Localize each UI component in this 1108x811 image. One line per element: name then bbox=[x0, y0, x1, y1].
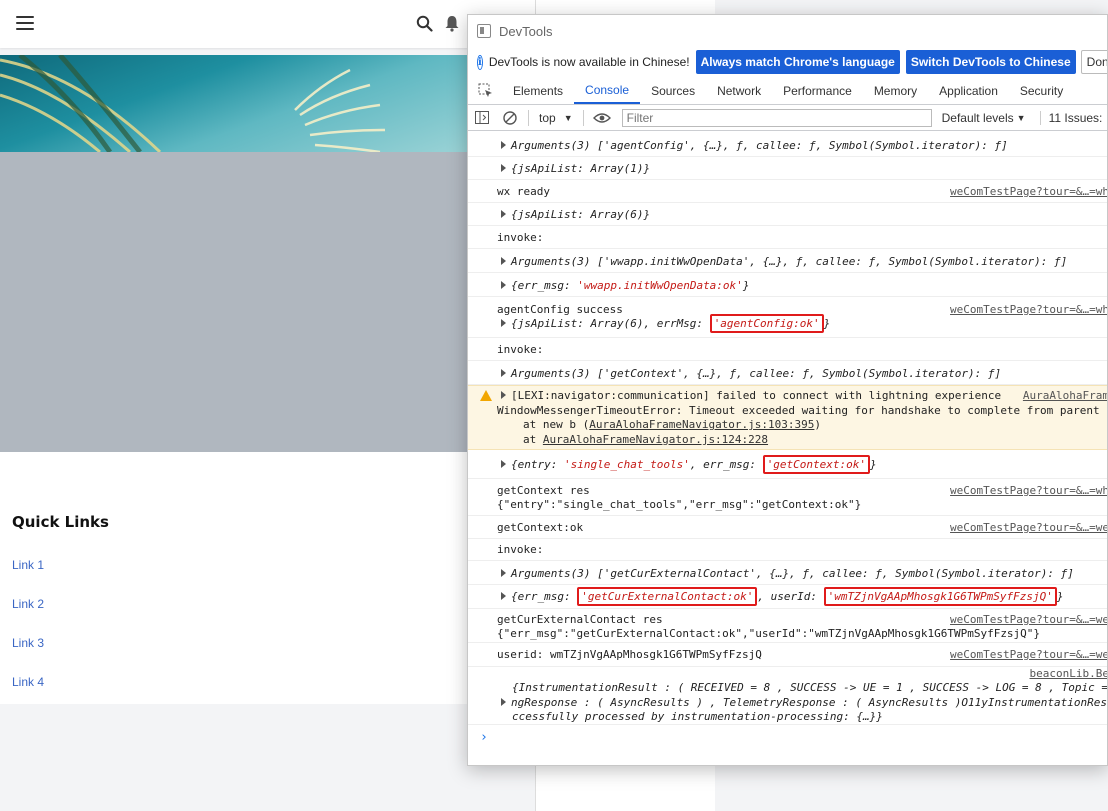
expand-arrow-icon[interactable] bbox=[501, 210, 506, 218]
quick-links-section: Quick Links Link 1 Link 2 Link 3 Link 4 bbox=[0, 452, 470, 704]
tab-memory[interactable]: Memory bbox=[863, 77, 928, 104]
expand-arrow-icon[interactable] bbox=[501, 257, 506, 265]
console-entry[interactable]: {jsApiList: Array(6)} bbox=[468, 203, 1107, 226]
tab-elements[interactable]: Elements bbox=[502, 77, 574, 104]
console-entry[interactable]: Arguments(3) ['wwapp.initWwOpenData', {…… bbox=[468, 249, 1107, 273]
sidebar-toggle-icon[interactable] bbox=[468, 111, 496, 124]
bell-icon[interactable] bbox=[444, 15, 460, 32]
quick-links-title: Quick Links bbox=[12, 513, 109, 531]
console-entry[interactable]: getContext:ok weComTestPage?tour=&…=we bbox=[468, 516, 1107, 539]
devtools-tabs: Elements Console Sources Network Perform… bbox=[468, 77, 1107, 105]
stack-link[interactable]: AuraAlohaFrameNavigator.js:103:395 bbox=[589, 418, 814, 431]
devtools-titlebar: DevTools bbox=[468, 15, 1107, 47]
console-entry[interactable]: Arguments(3) ['agentConfig', {…}, ƒ, cal… bbox=[468, 133, 1107, 157]
console-entry[interactable]: {err_msg: 'getCurExternalContact:ok', us… bbox=[468, 585, 1107, 609]
language-infobar: i DevTools is now available in Chinese! … bbox=[468, 47, 1107, 77]
console-entry: invoke: bbox=[468, 539, 1107, 561]
expand-arrow-icon[interactable] bbox=[501, 460, 506, 468]
match-language-button[interactable]: Always match Chrome's language bbox=[695, 50, 900, 74]
switch-chinese-button[interactable]: Switch DevTools to Chinese bbox=[905, 50, 1076, 74]
expand-arrow-icon[interactable] bbox=[501, 391, 506, 399]
source-link[interactable]: weComTestPage?tour=&…=we bbox=[950, 521, 1107, 534]
highlight-box: 'wmTZjnVgAApMhosgk1G6TWPmSyfFzsjQ' bbox=[823, 587, 1057, 606]
source-link[interactable]: weComTestPage?tour=&…=wh bbox=[950, 185, 1107, 198]
tab-performance[interactable]: Performance bbox=[772, 77, 863, 104]
prompt-chevron-icon: › bbox=[480, 730, 488, 745]
console-entry[interactable]: getCurExternalContact res weComTestPage?… bbox=[468, 609, 1107, 643]
clear-console-icon[interactable] bbox=[496, 110, 524, 125]
tab-network[interactable]: Network bbox=[706, 77, 772, 104]
expand-arrow-icon[interactable] bbox=[501, 369, 506, 377]
console-entry[interactable]: Arguments(3) ['getContext', {…}, ƒ, call… bbox=[468, 361, 1107, 385]
expand-arrow-icon[interactable] bbox=[501, 319, 506, 327]
link-3[interactable]: Link 3 bbox=[12, 636, 44, 650]
highlight-box: 'getCurExternalContact:ok' bbox=[577, 587, 758, 606]
console-entry[interactable]: beaconLib.Be {InstrumentationResult : ( … bbox=[468, 667, 1107, 725]
devtools-window: DevTools i DevTools is now available in … bbox=[467, 14, 1108, 766]
hero-banner-image bbox=[0, 55, 470, 152]
link-1[interactable]: Link 1 bbox=[12, 558, 44, 572]
caret-down-icon: ▼ bbox=[1016, 112, 1026, 123]
console-prompt[interactable]: › bbox=[468, 725, 1107, 751]
tab-console[interactable]: Console bbox=[574, 77, 641, 104]
image-placeholder bbox=[0, 152, 470, 452]
console-entry: invoke: bbox=[468, 226, 1107, 249]
tab-security[interactable]: Security bbox=[1009, 77, 1074, 104]
console-entry[interactable]: getContext res weComTestPage?tour=&…=wh … bbox=[468, 479, 1107, 516]
link-4[interactable]: Link 4 bbox=[12, 675, 44, 689]
toolbar-divider bbox=[528, 109, 529, 126]
expand-arrow-icon[interactable] bbox=[501, 281, 506, 289]
toolbar-divider bbox=[582, 109, 584, 126]
source-link[interactable]: beaconLib.Be bbox=[1030, 667, 1107, 680]
console-entry[interactable]: userid: wmTZjnVgAApMhosgk1G6TWPmSyfFzsjQ… bbox=[468, 643, 1107, 667]
eye-icon[interactable] bbox=[588, 112, 616, 124]
devtools-title: DevTools bbox=[499, 23, 553, 39]
caret-down-icon: ▼ bbox=[563, 112, 573, 123]
expand-arrow-icon[interactable] bbox=[501, 592, 506, 600]
console-entry: invoke: bbox=[468, 338, 1107, 361]
console-warning[interactable]: [LEXI:navigator:communication] failed to… bbox=[468, 385, 1107, 450]
expand-arrow-icon[interactable] bbox=[501, 569, 506, 577]
expand-arrow-icon[interactable] bbox=[501, 698, 506, 706]
source-link[interactable]: weComTestPage?tour=&…=wh bbox=[950, 303, 1107, 316]
link-2[interactable]: Link 2 bbox=[12, 597, 44, 611]
expand-arrow-icon[interactable] bbox=[501, 141, 506, 149]
stack-link[interactable]: AuraAlohaFrameNavigator.js:124:228 bbox=[543, 433, 768, 446]
issues-counter[interactable]: 11 Issues: bbox=[1039, 110, 1102, 125]
tab-application[interactable]: Application bbox=[928, 77, 1009, 104]
menu-icon[interactable] bbox=[16, 16, 34, 30]
devtools-app-icon bbox=[477, 24, 491, 38]
console-entry[interactable]: wx ready weComTestPage?tour=&…=wh bbox=[468, 180, 1107, 203]
source-link[interactable]: weComTestPage?tour=&…=we bbox=[950, 613, 1107, 626]
filter-input[interactable] bbox=[621, 108, 932, 127]
console-entry[interactable]: {jsApiList: Array(1)} bbox=[468, 157, 1107, 180]
source-link[interactable]: AuraAlohaFram bbox=[1023, 389, 1107, 402]
context-select[interactable]: top ▼ bbox=[533, 111, 579, 125]
console-toolbar: top ▼ Default levels ▼ 11 Issues: bbox=[468, 105, 1107, 131]
console-entry[interactable]: {entry: 'single_chat_tools', err_msg: 'g… bbox=[468, 450, 1107, 479]
top-navbar bbox=[0, 0, 535, 48]
context-value: top bbox=[539, 110, 556, 125]
log-levels-label: Default levels bbox=[941, 110, 1014, 125]
dont-show-button[interactable]: Don't sho bbox=[1080, 50, 1107, 74]
search-icon[interactable] bbox=[416, 15, 433, 32]
expand-arrow-icon[interactable] bbox=[501, 164, 506, 172]
inspect-element-icon[interactable] bbox=[468, 77, 502, 104]
console-entry[interactable]: {err_msg: 'wwapp.initWwOpenData:ok'} bbox=[468, 273, 1107, 297]
warning-icon bbox=[480, 390, 492, 401]
log-levels-dropdown[interactable]: Default levels ▼ bbox=[942, 111, 1026, 125]
source-link[interactable]: weComTestPage?tour=&…=we bbox=[950, 648, 1107, 661]
tab-sources[interactable]: Sources bbox=[640, 77, 706, 104]
console-entry[interactable]: agentConfig success weComTestPage?tour=&… bbox=[468, 297, 1107, 338]
highlight-box: 'getContext:ok' bbox=[762, 455, 871, 474]
source-link[interactable]: weComTestPage?tour=&…=wh bbox=[950, 484, 1107, 497]
info-icon: i bbox=[477, 54, 483, 70]
highlight-box: 'agentConfig:ok' bbox=[709, 314, 824, 333]
console-entry[interactable]: Arguments(3) ['getCurExternalContact', {… bbox=[468, 561, 1107, 585]
infobar-message: DevTools is now available in Chinese! bbox=[488, 55, 690, 69]
